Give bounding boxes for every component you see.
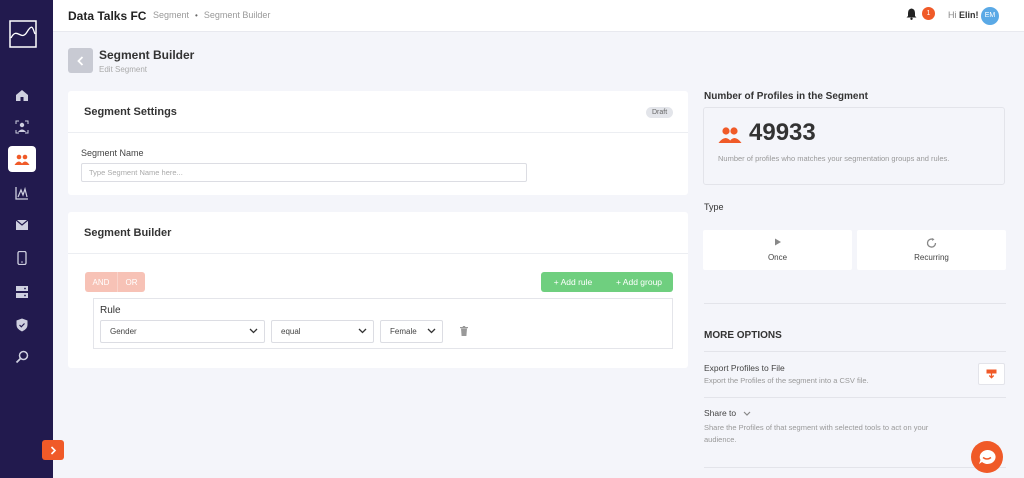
top-bar: Data Talks FC Segment • Segment Builder … [53,0,1024,32]
server-icon [16,286,28,298]
profiles-title: Number of Profiles in the Segment [704,91,868,102]
rule-field-value: Gender [110,327,137,336]
type-once-label: Once [767,253,788,262]
segment-users-icon [14,154,30,165]
divider [68,132,688,133]
sidebar-item-home[interactable] [8,82,36,108]
sidebar-item-server[interactable] [8,279,36,305]
play-icon [774,238,781,246]
back-button[interactable] [68,48,93,73]
export-button[interactable] [978,363,1005,385]
divider [704,467,1006,468]
type-once-button[interactable]: Once [703,230,852,270]
segment-builder-title: Segment Builder [84,227,172,239]
page-subtitle: Edit Segment [99,65,148,74]
sidebar-expand-button[interactable] [42,440,64,460]
rule-operator-select[interactable]: equal [271,320,374,343]
export-title: Export Profiles to File [704,363,785,373]
segment-settings-card: Segment Settings Draft Segment Name [68,91,688,195]
type-label: Type [704,202,724,212]
user-greeting: Hi Elin! [948,10,979,20]
divider [704,303,1006,304]
sidebar-item-search[interactable] [8,344,36,370]
avatar[interactable]: EM [981,7,999,25]
sidebar-item-mail[interactable] [8,212,36,238]
app-title: Data Talks FC [68,9,147,23]
trash-icon[interactable] [460,326,468,336]
home-icon [16,90,28,101]
repeat-icon [926,238,936,248]
bell-icon[interactable] [906,8,917,20]
chevron-right-icon [50,445,56,455]
and-button[interactable]: AND [85,272,117,292]
breadcrumb-segment[interactable]: Segment [153,10,189,20]
mobile-icon [17,251,27,265]
rule-label: Rule [100,305,121,316]
profile-count: 49933 [749,119,816,146]
breadcrumb-separator: • [195,10,198,20]
sidebar-item-analytics[interactable] [8,180,36,206]
export-description: Export the Profiles of the segment into … [704,376,869,385]
analytics-icon [15,186,28,200]
or-button[interactable]: OR [117,272,145,292]
sidebar-item-audience[interactable] [8,114,36,140]
person-target-icon [15,120,29,134]
chevron-down-icon [249,328,258,334]
rule-field-select[interactable]: Gender [100,320,265,343]
chevron-down-icon [358,328,367,334]
sidebar-item-mobile[interactable] [8,245,36,271]
shield-icon [16,318,28,332]
mail-icon [15,219,29,230]
chevron-down-icon [743,411,750,417]
divider [704,397,1006,398]
segment-name-label: Segment Name [81,148,144,158]
rule-value-value: Female [390,327,417,336]
add-rule-button[interactable]: + Add rule [541,272,605,292]
page-title: Segment Builder [99,48,195,62]
users-icon [718,127,742,143]
divider [68,253,688,254]
type-recurring-label: Recurring [914,253,949,262]
profiles-summary: 49933 Number of profiles who matches you… [703,107,1005,185]
breadcrumb: Segment • Segment Builder [153,10,270,20]
divider [704,351,1006,352]
segment-name-input[interactable] [81,163,527,182]
chevron-left-icon [77,55,84,66]
segment-settings-title: Segment Settings [84,106,177,118]
search-icon [15,350,29,364]
sidebar [0,0,64,478]
notification-badge: 1 [922,7,935,20]
rule-operator-value: equal [281,327,301,336]
breadcrumb-segment-builder: Segment Builder [203,10,271,20]
more-options-title: MORE OPTIONS [704,330,782,341]
profile-count-description: Number of profiles who matches your segm… [718,154,950,163]
download-icon [986,369,997,379]
type-recurring-button[interactable]: Recurring [857,230,1006,270]
share-description: Share the Profiles of that segment with … [704,423,929,444]
add-group-button[interactable]: + Add group [605,272,673,292]
app-logo-icon[interactable] [9,20,37,48]
status-badge: Draft [646,107,674,118]
rule-row: Rule Gender equal Female [93,298,673,349]
sidebar-item-segments[interactable] [8,146,36,172]
chevron-down-icon [427,328,436,334]
sidebar-item-security[interactable] [8,312,36,338]
chat-icon [979,449,996,464]
share-title[interactable]: Share to [704,408,751,418]
rule-value-select[interactable]: Female [380,320,443,343]
chat-button[interactable] [971,441,1003,473]
